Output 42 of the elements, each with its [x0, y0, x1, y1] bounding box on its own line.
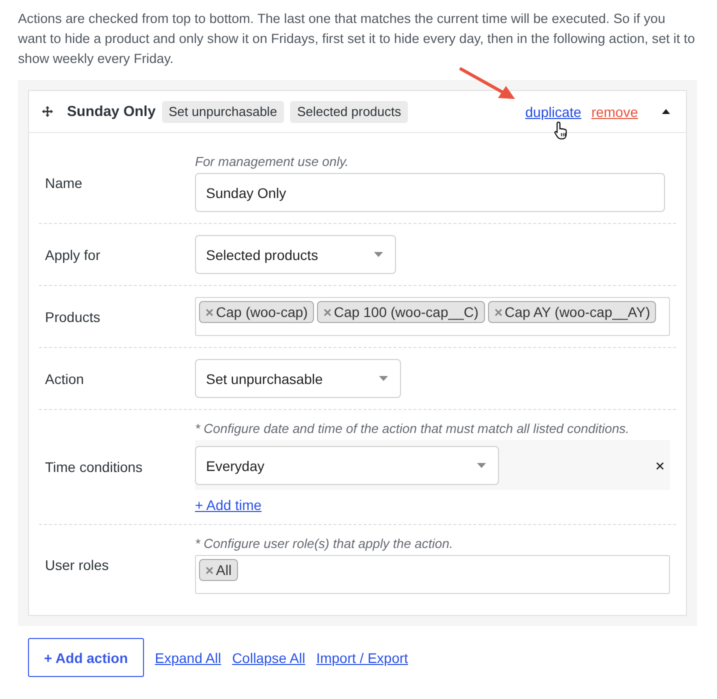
remove-link[interactable]: remove [591, 104, 638, 120]
field-hint: For management use only. [195, 154, 349, 170]
field-label: Action [45, 370, 85, 386]
footer-link[interactable]: Expand All [154, 650, 222, 666]
selected-tag[interactable]: Cap (woo-cap) [199, 301, 314, 323]
summary-tag: Set unpurchasable [162, 100, 284, 122]
caret-icon [477, 463, 486, 468]
move-icon[interactable] [42, 106, 53, 117]
field-label: Apply for [45, 246, 102, 262]
footer-link[interactable]: Collapse All [232, 650, 306, 666]
caret-icon [374, 252, 384, 257]
field-label: Time conditions [45, 459, 144, 475]
annotation-arrow [458, 66, 518, 102]
add-time-link[interactable]: + Add time [195, 497, 262, 513]
pointer-cursor-icon [554, 121, 569, 140]
name-input[interactable]: Sunday Only [195, 173, 665, 212]
dropdown-select[interactable]: Selected products [195, 235, 396, 274]
action-title: Sunday Only [67, 104, 156, 120]
caret-icon [378, 376, 388, 381]
tags-field[interactable]: All [195, 555, 670, 594]
dropdown-select[interactable]: Everyday [195, 446, 499, 485]
intro-paragraph: Actions are checked from top to bottom. The last one that matches the current time will be executed. So if you want to hide a product and only show it on Fridays, first set it to hide every day, then in the following action, set it to show weekly every Friday. [18, 10, 696, 68]
field-label: Name [45, 175, 84, 191]
selected-tag[interactable]: All [199, 559, 238, 581]
duplicate-link[interactable]: duplicate [525, 104, 582, 120]
field-hint: * Configure user role(s) that apply the action. [195, 536, 453, 552]
remove-icon[interactable] [494, 308, 502, 316]
remove-icon[interactable] [324, 308, 331, 316]
selected-tag[interactable]: Cap AY (woo-cap__AY) [488, 301, 656, 323]
remove-icon[interactable] [206, 566, 213, 574]
add-action-button[interactable]: + Add action [28, 638, 144, 677]
summary-tag: Selected products [290, 100, 408, 122]
field-label: User roles [45, 557, 110, 573]
field-hint: * Configure date and time of the action that must match all listed conditions. [195, 421, 630, 437]
caret-icon[interactable] [662, 109, 670, 114]
selected-tag[interactable]: Cap 100 (woo-cap__C) [316, 301, 485, 323]
tags-field[interactable]: Cap (woo-cap) Cap 100 (woo-cap__C) Cap AY (woo-cap__AY) [195, 297, 670, 336]
field-label: Products [45, 308, 102, 324]
remove-icon[interactable] [206, 308, 213, 316]
close-icon[interactable] [656, 462, 664, 470]
footer-link[interactable]: Import / Export [316, 650, 408, 666]
dropdown-select[interactable]: Set unpurchasable [195, 359, 401, 398]
